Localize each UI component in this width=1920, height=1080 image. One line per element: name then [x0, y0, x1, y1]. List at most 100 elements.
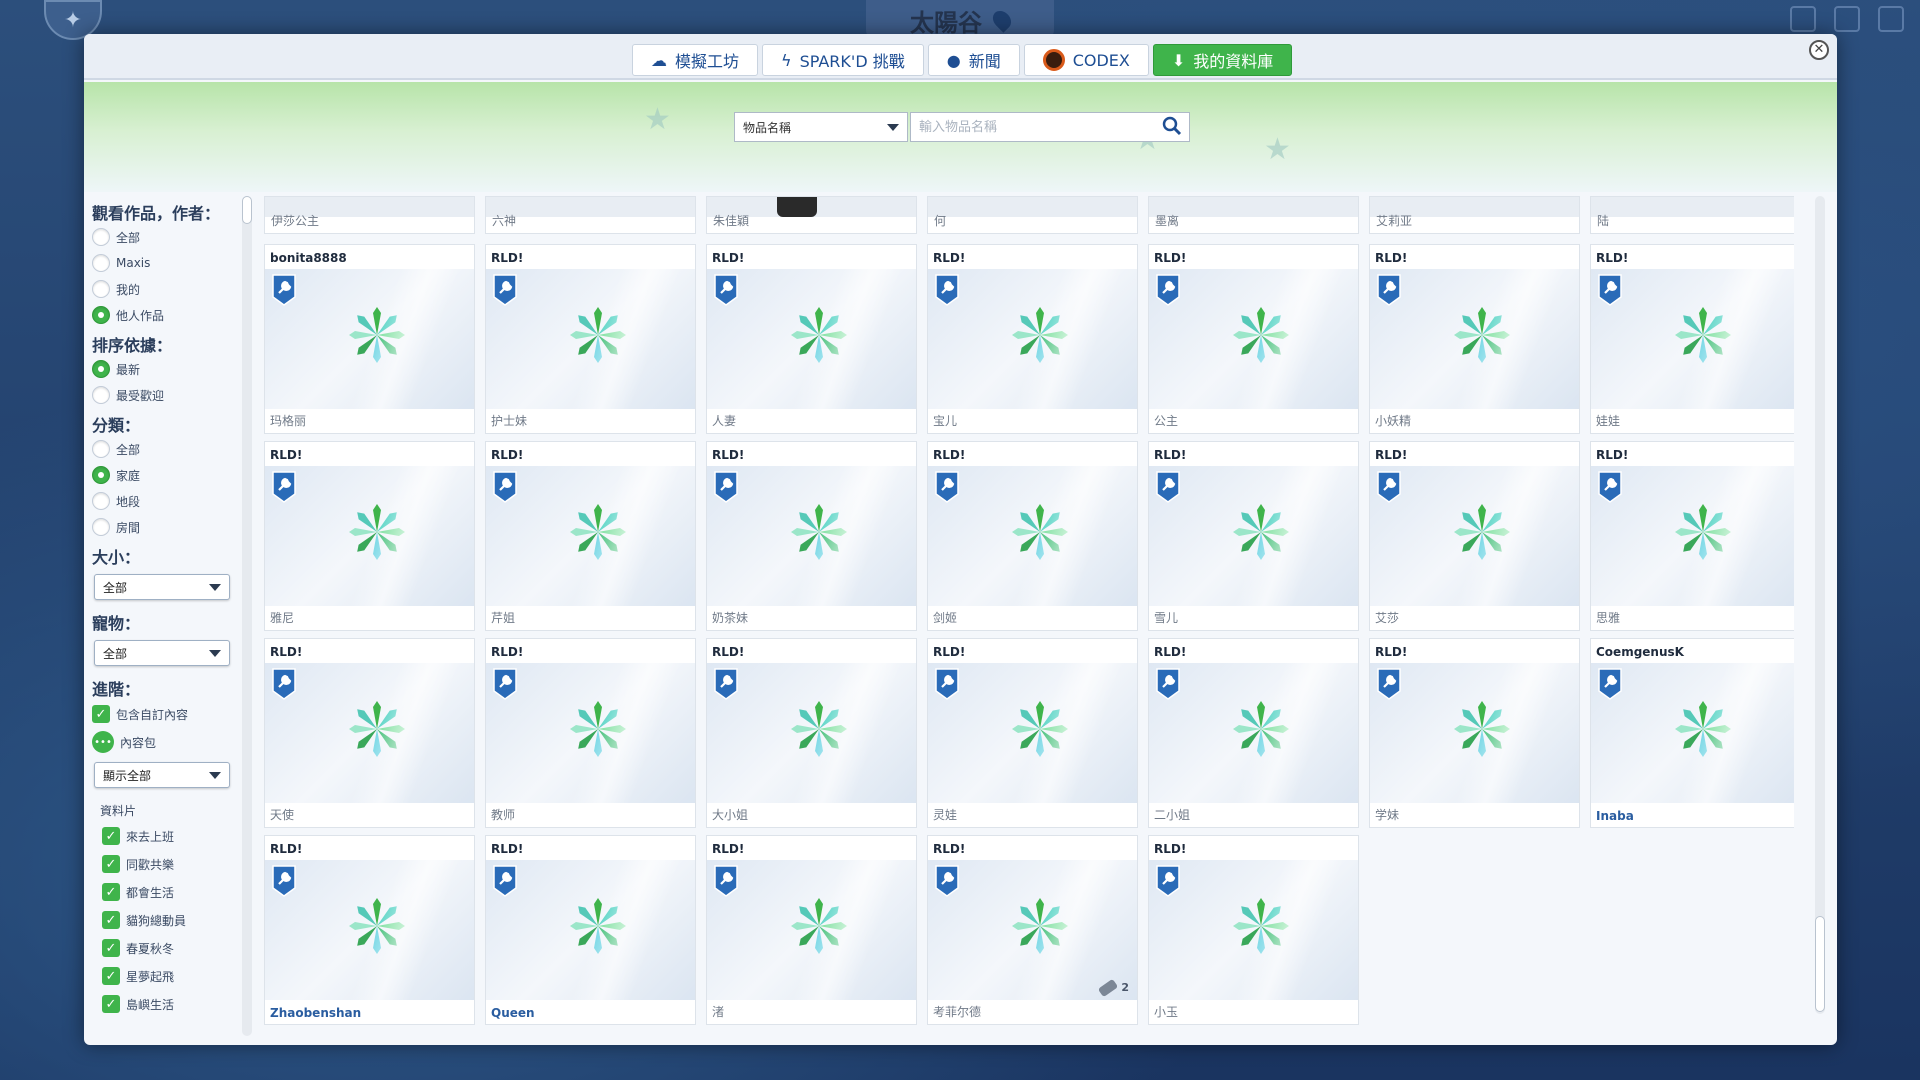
- card-author[interactable]: RLD!: [1591, 442, 1794, 466]
- results-scrollbar[interactable]: [1815, 196, 1825, 1014]
- checkmark-icon[interactable]: ✓: [102, 995, 120, 1013]
- category-option[interactable]: 房間: [92, 514, 244, 540]
- household-card[interactable]: RLD! 艾莎: [1369, 441, 1580, 631]
- view-option[interactable]: 全部: [92, 224, 244, 250]
- expansion-checkbox[interactable]: ✓ 春夏秋冬: [92, 934, 244, 962]
- household-card[interactable]: RLD! 小玉: [1148, 835, 1359, 1025]
- size-dropdown[interactable]: 全部: [94, 574, 230, 600]
- search-category-select[interactable]: 物品名稱: [734, 112, 908, 142]
- card-author[interactable]: RLD!: [928, 836, 1137, 860]
- checkmark-icon[interactable]: ✓: [102, 967, 120, 985]
- radio-button[interactable]: [92, 280, 110, 298]
- card-author[interactable]: RLD!: [707, 639, 916, 663]
- household-card[interactable]: RLD! Zhaobenshan: [264, 835, 475, 1025]
- household-card[interactable]: RLD! 渚: [706, 835, 917, 1025]
- category-option[interactable]: 全部: [92, 436, 244, 462]
- radio-button[interactable]: [92, 440, 110, 458]
- radio-button[interactable]: [92, 492, 110, 510]
- checkmark-icon[interactable]: ✓: [102, 855, 120, 873]
- tab-4[interactable]: ⬇ 我的資料庫: [1152, 44, 1293, 76]
- household-card[interactable]: 陆: [1590, 196, 1794, 234]
- household-card[interactable]: 艾莉亚: [1369, 196, 1580, 234]
- household-card[interactable]: bonita8888 玛格丽: [264, 244, 475, 434]
- card-author[interactable]: RLD!: [486, 639, 695, 663]
- search-icon[interactable]: [1162, 116, 1182, 136]
- tab-3[interactable]: CODEX: [1023, 44, 1149, 76]
- card-author[interactable]: RLD!: [265, 639, 474, 663]
- household-card[interactable]: RLD! 天使: [264, 638, 475, 828]
- expansion-checkbox[interactable]: ✓ 星夢起飛: [92, 962, 244, 990]
- household-card[interactable]: RLD! 雪儿: [1148, 441, 1359, 631]
- list-icon[interactable]: [1878, 6, 1904, 32]
- household-card[interactable]: 伊莎公主: [264, 196, 475, 234]
- household-card[interactable]: RLD! Queen: [485, 835, 696, 1025]
- card-author[interactable]: RLD!: [928, 639, 1137, 663]
- household-card[interactable]: RLD! 小妖精: [1369, 244, 1580, 434]
- household-card[interactable]: RLD! 学妹: [1369, 638, 1580, 828]
- checkmark-icon[interactable]: ✓: [102, 883, 120, 901]
- household-card[interactable]: RLD! 思雅: [1590, 441, 1794, 631]
- household-card[interactable]: 六神: [485, 196, 696, 234]
- expansion-checkbox[interactable]: ✓ 來去上班: [92, 822, 244, 850]
- household-card[interactable]: RLD! 二小姐: [1148, 638, 1359, 828]
- card-author[interactable]: RLD!: [928, 245, 1137, 269]
- expansion-checkbox[interactable]: ✓ 同歡共樂: [92, 850, 244, 878]
- search-input[interactable]: [910, 112, 1190, 142]
- card-author[interactable]: RLD!: [928, 442, 1137, 466]
- card-author[interactable]: RLD!: [1149, 245, 1358, 269]
- tab-1[interactable]: ϟ SPARK'D 挑戰: [762, 44, 924, 76]
- more-dots-icon[interactable]: •••: [92, 731, 114, 753]
- radio-button[interactable]: [92, 360, 110, 378]
- category-option[interactable]: 家庭: [92, 462, 244, 488]
- household-card[interactable]: 何: [927, 196, 1138, 234]
- household-card[interactable]: RLD! 大小姐: [706, 638, 917, 828]
- card-author[interactable]: bonita8888: [265, 245, 474, 269]
- household-card[interactable]: RLD! 护士妹: [485, 244, 696, 434]
- card-author[interactable]: RLD!: [1591, 245, 1794, 269]
- household-card[interactable]: 墨离: [1148, 196, 1359, 234]
- radio-button[interactable]: [92, 228, 110, 246]
- household-card[interactable]: RLD! 灵娃: [927, 638, 1138, 828]
- view-option[interactable]: Maxis: [92, 250, 244, 276]
- checkmark-icon[interactable]: ✓: [102, 911, 120, 929]
- card-author[interactable]: RLD!: [265, 836, 474, 860]
- close-button[interactable]: ✕: [1809, 40, 1829, 60]
- tab-2[interactable]: ● 新聞: [927, 44, 1020, 76]
- radio-button[interactable]: [92, 386, 110, 404]
- card-author[interactable]: RLD!: [1370, 639, 1579, 663]
- card-author[interactable]: RLD!: [265, 442, 474, 466]
- household-card[interactable]: RLD! 人妻: [706, 244, 917, 434]
- card-author[interactable]: RLD!: [707, 836, 916, 860]
- household-card[interactable]: 朱佳穎: [706, 196, 917, 234]
- card-author[interactable]: RLD!: [1370, 245, 1579, 269]
- household-card[interactable]: RLD! 公主: [1148, 244, 1359, 434]
- sidebar-scrollbar[interactable]: [242, 196, 252, 1036]
- radio-button[interactable]: [92, 466, 110, 484]
- household-card[interactable]: RLD! 剑姬: [927, 441, 1138, 631]
- radio-button[interactable]: [92, 306, 110, 324]
- show-all-dropdown[interactable]: 顯示全部: [94, 762, 230, 788]
- category-option[interactable]: 地段: [92, 488, 244, 514]
- card-author[interactable]: RLD!: [1149, 836, 1358, 860]
- settings-icon[interactable]: [1834, 6, 1860, 32]
- expansion-checkbox[interactable]: ✓ 島嶼生活: [92, 990, 244, 1018]
- checkmark-icon[interactable]: ✓: [92, 705, 110, 723]
- card-author[interactable]: RLD!: [707, 442, 916, 466]
- household-card[interactable]: CoemgenusK Inaba: [1590, 638, 1794, 828]
- checkmark-icon[interactable]: ✓: [102, 939, 120, 957]
- card-author[interactable]: RLD!: [486, 442, 695, 466]
- checkmark-icon[interactable]: ✓: [102, 827, 120, 845]
- gallery-icon[interactable]: [1790, 6, 1816, 32]
- card-author[interactable]: CoemgenusK: [1591, 639, 1794, 663]
- radio-button[interactable]: [92, 518, 110, 536]
- sort-option[interactable]: 最新: [92, 356, 244, 382]
- card-author[interactable]: RLD!: [486, 836, 695, 860]
- household-card[interactable]: RLD! 娃娃: [1590, 244, 1794, 434]
- household-card[interactable]: RLD! 教师: [485, 638, 696, 828]
- card-author[interactable]: RLD!: [486, 245, 695, 269]
- household-card[interactable]: RLD! 芹姐: [485, 441, 696, 631]
- household-card[interactable]: RLD! 奶茶妹: [706, 441, 917, 631]
- card-author[interactable]: RLD!: [707, 245, 916, 269]
- content-pack-toggle[interactable]: ••• 內容包: [92, 728, 244, 756]
- household-card[interactable]: RLD! 宝儿: [927, 244, 1138, 434]
